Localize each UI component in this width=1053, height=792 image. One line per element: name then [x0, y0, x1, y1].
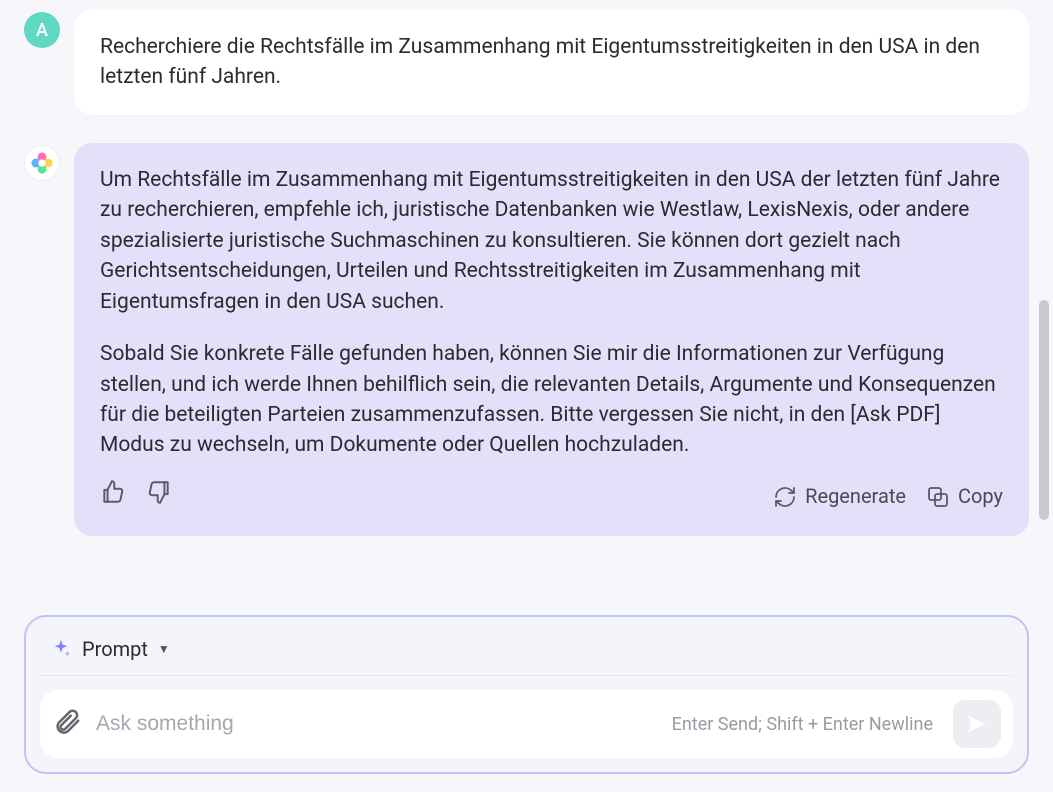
copy-label: Copy	[958, 482, 1003, 511]
refresh-icon	[773, 485, 797, 509]
message-actions: Regenerate Copy	[100, 479, 1003, 514]
assistant-message-bubble: Um Rechtsfälle im Zusammenhang mit Eigen…	[74, 143, 1029, 536]
thumbs-down-button[interactable]	[146, 479, 172, 514]
assistant-avatar	[24, 145, 60, 181]
composer-hint: Enter Send; Shift + Enter Newline	[672, 714, 933, 735]
send-icon	[965, 712, 989, 736]
assistant-message-row: Um Rechtsfälle im Zusammenhang mit Eigen…	[24, 143, 1029, 536]
sparkle-icon	[50, 638, 72, 660]
user-message-bubble: Recherchiere die Rechtsfälle im Zusammen…	[74, 10, 1029, 115]
user-avatar: A	[24, 12, 60, 48]
assistant-paragraph-1: Um Rechtsfälle im Zusammenhang mit Eigen…	[100, 165, 1003, 317]
composer-input-row: Enter Send; Shift + Enter Newline	[40, 690, 1013, 758]
user-avatar-initial: A	[36, 20, 48, 41]
thumbs-up-button[interactable]	[100, 479, 126, 514]
composer-input[interactable]	[96, 712, 658, 736]
copy-button[interactable]: Copy	[926, 482, 1003, 511]
scrollbar-thumb[interactable]	[1039, 300, 1049, 520]
send-button[interactable]	[953, 700, 1001, 748]
user-message-row: A Recherchiere die Rechtsfälle im Zusamm…	[24, 10, 1029, 115]
composer-mode-label: Prompt	[82, 637, 148, 661]
copy-icon	[926, 485, 950, 509]
thumbs-up-icon	[100, 479, 126, 505]
assistant-logo-icon	[29, 150, 55, 176]
composer: Prompt ▼ Enter Send; Shift + Enter Newli…	[24, 615, 1029, 774]
thumbs-down-icon	[146, 479, 172, 505]
scrollbar[interactable]	[1039, 0, 1051, 792]
attach-button[interactable]	[52, 707, 82, 741]
user-message-text: Recherchiere die Rechtsfälle im Zusammen…	[100, 35, 980, 89]
paperclip-icon	[52, 707, 82, 737]
chevron-down-icon: ▼	[158, 642, 170, 656]
assistant-paragraph-2: Sobald Sie konkrete Fälle gefunden haben…	[100, 339, 1003, 461]
composer-mode-selector[interactable]: Prompt ▼	[40, 631, 1013, 676]
regenerate-label: Regenerate	[805, 482, 906, 511]
regenerate-button[interactable]: Regenerate	[773, 482, 906, 511]
chat-area: A Recherchiere die Rechtsfälle im Zusamm…	[0, 0, 1053, 536]
